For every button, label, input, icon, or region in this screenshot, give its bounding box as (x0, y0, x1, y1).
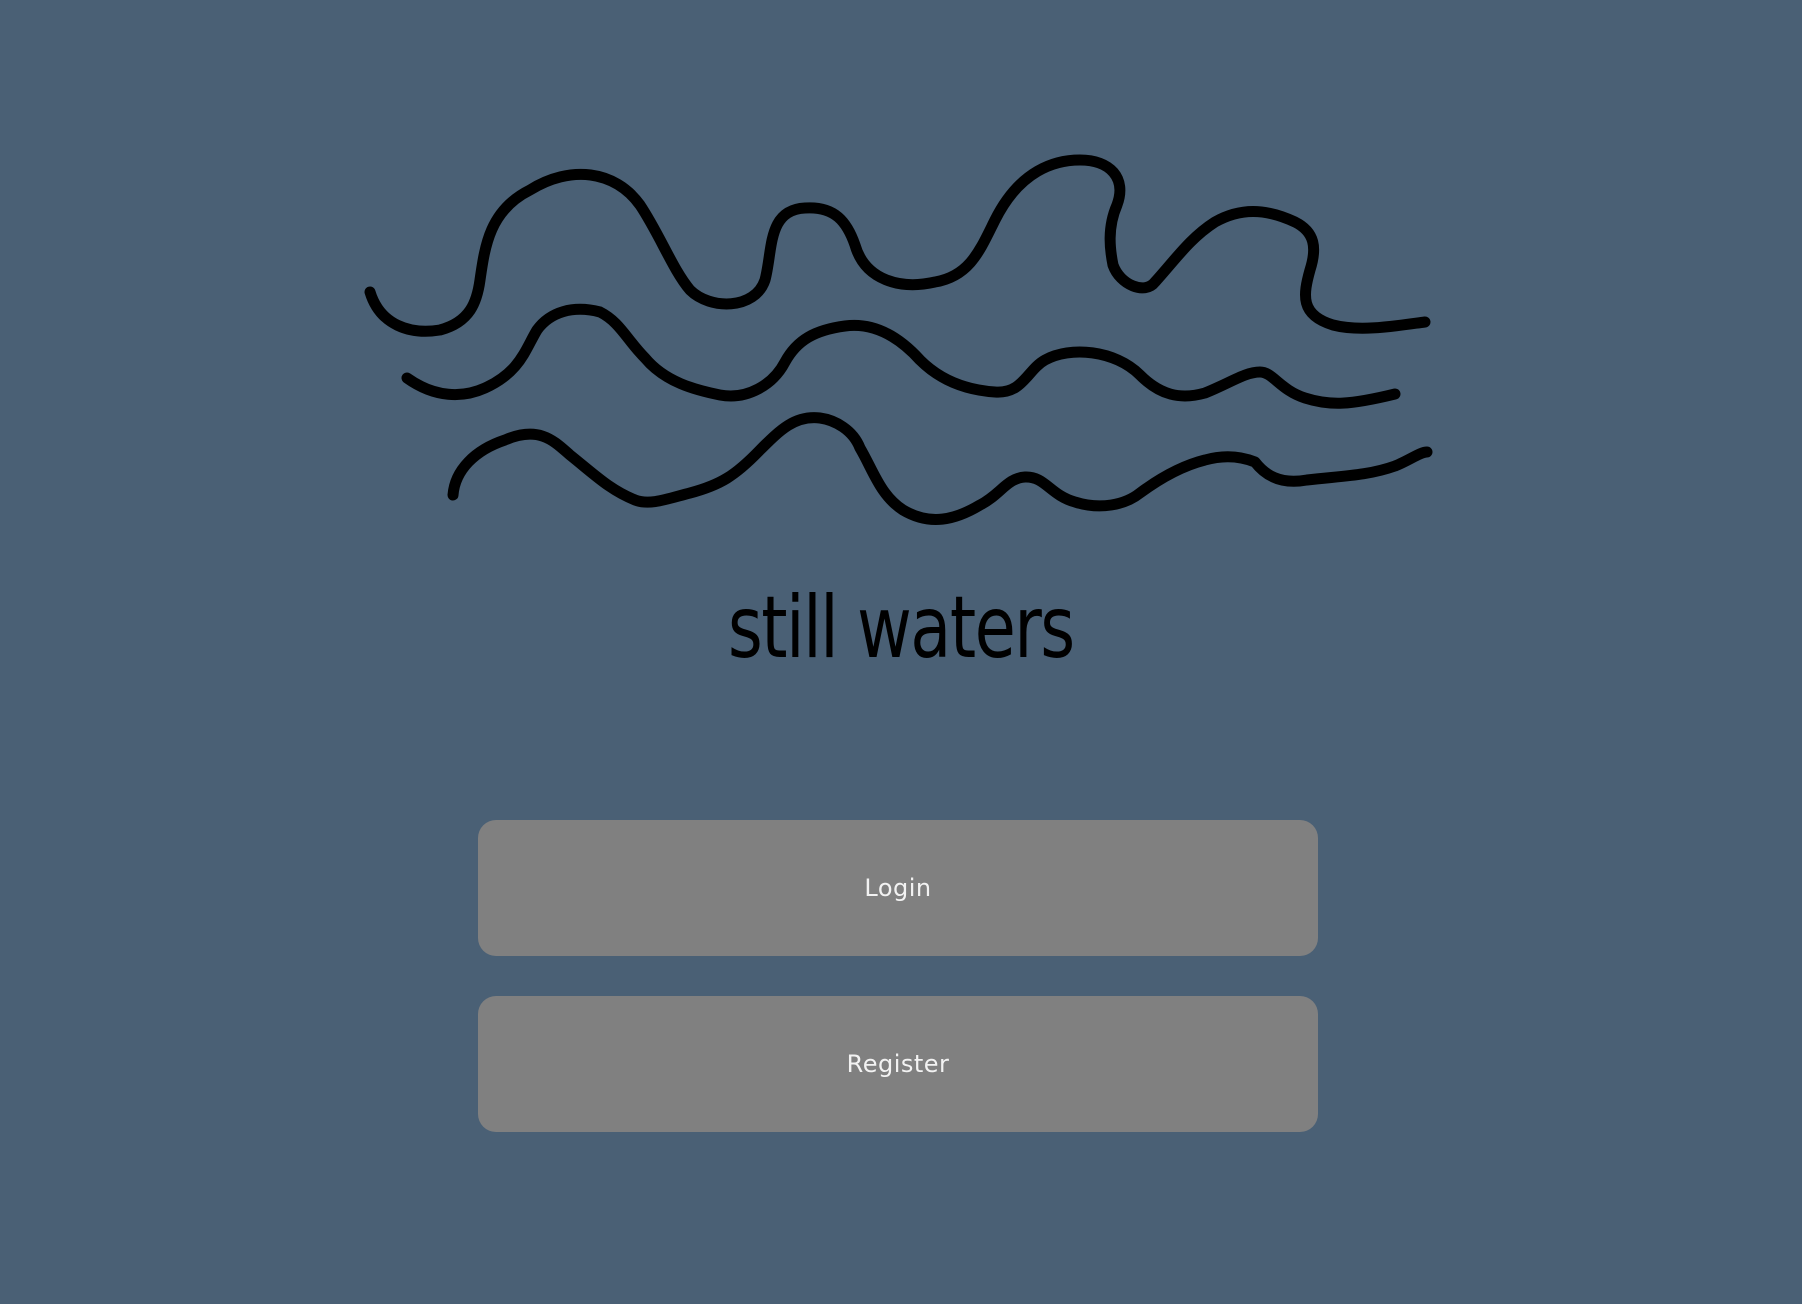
welcome-screen: still waters Login Register (0, 0, 1802, 1304)
login-button[interactable]: Login (478, 820, 1318, 956)
app-title: still waters (727, 578, 1075, 678)
waves-icon (355, 150, 1435, 530)
auth-actions: Login Register (478, 820, 1318, 1172)
wave-line-top (364, 154, 1431, 337)
waves-logo-graphic (364, 154, 1433, 525)
register-button[interactable]: Register (478, 996, 1318, 1132)
register-button-label: Register (846, 1050, 950, 1078)
login-button-label: Login (864, 874, 932, 902)
wave-line-bottom (447, 412, 1433, 525)
wave-line-middle (401, 303, 1401, 409)
